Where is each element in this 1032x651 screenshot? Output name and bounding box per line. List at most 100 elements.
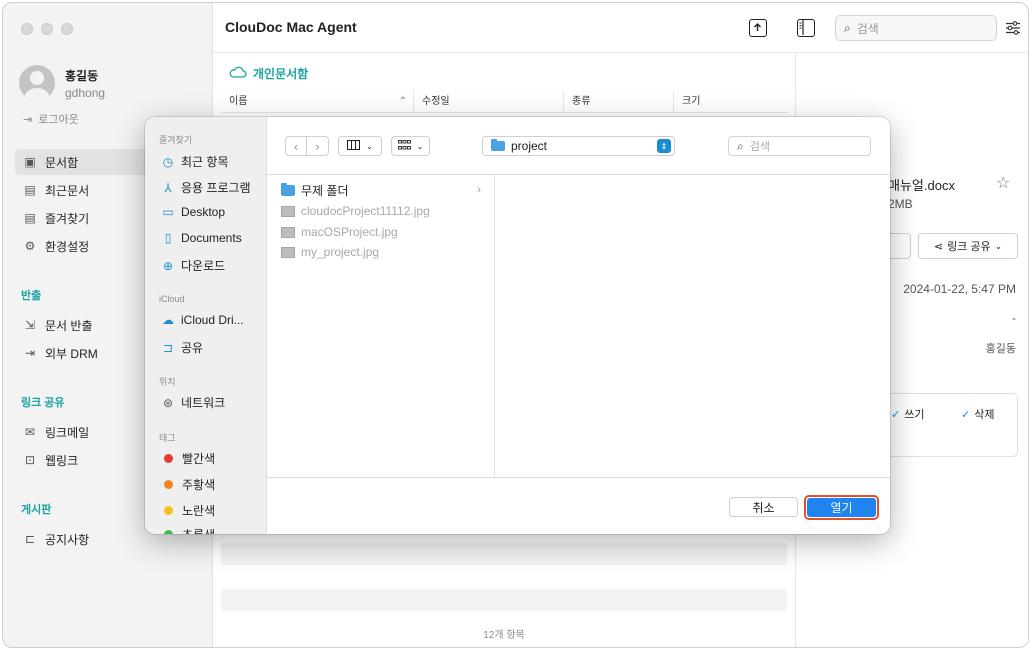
- loading-row: [221, 589, 787, 611]
- tag-green[interactable]: 초록색: [161, 526, 215, 534]
- item-label: 노란색: [182, 504, 216, 518]
- share-icon: ⋖: [933, 240, 944, 253]
- file-row-folder[interactable]: 무제 폴더 ›: [281, 180, 481, 200]
- details-empty-value: -: [1012, 311, 1016, 325]
- star-icon[interactable]: ☆: [996, 173, 1010, 193]
- dialog-sidebar-item-documents[interactable]: ▯ Documents: [161, 231, 242, 245]
- permission-label: 쓰기: [904, 409, 925, 421]
- forward-button[interactable]: ›: [307, 136, 329, 156]
- logout-link[interactable]: ⇥ 로그아웃: [23, 111, 79, 127]
- item-label: 최근 항목: [181, 155, 229, 169]
- details-modified-date: 2024-01-22, 5:47 PM: [903, 282, 1016, 296]
- grid-icon: [397, 139, 411, 153]
- dialog-sidebar-item-network[interactable]: ⊛ 네트워크: [161, 394, 225, 411]
- column-view-button[interactable]: ⌄: [338, 136, 382, 156]
- group-view-button[interactable]: ⌄: [391, 136, 430, 156]
- column-header-type[interactable]: 종류: [563, 91, 673, 112]
- favorites-section-title: 즐겨찾기: [159, 135, 193, 145]
- dialog-sidebar-item-icloud-drive[interactable]: ☁ iCloud Dri...: [161, 313, 244, 327]
- column-header-name[interactable]: 이름 ⌃: [221, 91, 413, 112]
- details-file-size: 2MB: [888, 197, 913, 211]
- up-down-chevron-icon: ⇕: [657, 139, 671, 153]
- back-button[interactable]: ‹: [285, 136, 307, 156]
- open-button[interactable]: 열기: [807, 498, 876, 517]
- minimize-window-button[interactable]: [41, 23, 53, 35]
- export-icon: ⇲: [24, 318, 36, 332]
- search-icon: ⌕: [737, 138, 744, 153]
- sidebar-item-label: 외부 DRM: [45, 346, 98, 361]
- column-header-size[interactable]: 크기: [673, 91, 787, 112]
- sidebar-item-label: 문서 반출: [45, 318, 93, 333]
- filter-settings-icon[interactable]: [1005, 20, 1021, 36]
- file-name: cloudocProject11112.jpg: [301, 204, 430, 218]
- file-browser-column: 무제 폴더 › cloudocProject11112.jpg macOSPro…: [267, 175, 495, 477]
- clock-icon: ◷: [162, 154, 174, 169]
- permission-label: 삭제: [974, 409, 995, 421]
- item-label: Documents: [181, 231, 242, 245]
- item-label: 주황색: [182, 478, 216, 492]
- path-selector[interactable]: project ⇕: [482, 136, 675, 156]
- columns-view-icon: [347, 139, 361, 153]
- user-id: gdhong: [65, 85, 106, 100]
- open-button-highlight: 열기: [804, 495, 879, 520]
- link-share-button[interactable]: ⋖ 링크 공유 ⌄: [918, 233, 1018, 259]
- column-header-label: 이름: [229, 96, 248, 107]
- section-export-title: 반출: [21, 290, 42, 302]
- favorite-doc-icon: ▤: [24, 211, 36, 225]
- zoom-window-button[interactable]: [61, 23, 73, 35]
- toolbar: ClouDoc Mac Agent ⌕ 검색: [213, 3, 1028, 53]
- chevron-down-icon: ⌄: [416, 141, 424, 151]
- search-placeholder: 검색: [749, 141, 770, 153]
- dialog-sidebar-item-downloads[interactable]: ⊕ 다운로드: [161, 257, 225, 274]
- web-link-icon: ⊡: [24, 453, 36, 467]
- search-placeholder: 검색: [856, 21, 879, 36]
- file-name: 무제 폴더: [301, 183, 349, 198]
- dialog-search-input[interactable]: ⌕ 검색: [728, 136, 871, 156]
- sidebar-item-label: 웹링크: [45, 453, 79, 468]
- column-header-modified[interactable]: 수정일: [413, 91, 563, 112]
- app-window: 홍길동 gdhong ⇥ 로그아웃 ▣ 문서함 ▤ 최근문서 ▤ 즐겨찾기 ⚙ …: [2, 2, 1029, 648]
- chevron-down-icon: ⌄: [994, 240, 1003, 251]
- dialog-sidebar-item-shared[interactable]: ⊐ 공유: [161, 339, 203, 356]
- file-name: my_project.jpg: [301, 245, 380, 259]
- permissions-box: ✓ 쓰기 ✓ 삭제: [886, 393, 1018, 457]
- desktop-icon: ▭: [162, 205, 174, 219]
- tag-dot-icon: [164, 506, 173, 515]
- tag-red[interactable]: 빨간색: [161, 450, 215, 467]
- document-icon: ▯: [164, 231, 172, 245]
- drm-icon: ⇥: [24, 346, 36, 360]
- image-file-icon: [281, 205, 295, 217]
- app-title: ClouDoc Mac Agent: [225, 19, 357, 35]
- cancel-button[interactable]: 취소: [729, 497, 798, 517]
- close-window-button[interactable]: [21, 23, 33, 35]
- tag-dot-icon: [164, 530, 173, 534]
- path-label: project: [511, 139, 548, 153]
- sidebar-toggle-icon[interactable]: [797, 19, 815, 37]
- applications-icon: ⅄: [164, 180, 172, 195]
- dialog-sidebar-item-recents[interactable]: ◷ 최근 항목: [161, 153, 229, 170]
- image-file-icon: [281, 246, 295, 258]
- file-name: macOSProject.jpg: [301, 225, 398, 239]
- tag-dot-icon: [164, 480, 173, 489]
- tag-yellow[interactable]: 노란색: [161, 502, 215, 519]
- section-link-share-title: 링크 공유: [21, 397, 65, 409]
- dialog-sidebar-item-applications[interactable]: ⅄ 응용 프로그램: [161, 179, 250, 196]
- item-label: iCloud Dri...: [181, 313, 244, 327]
- section-board-title: 게시판: [21, 504, 52, 516]
- tag-orange[interactable]: 주황색: [161, 476, 215, 493]
- link-share-label: 링크 공유: [947, 241, 991, 253]
- gear-icon: ⚙: [24, 239, 36, 253]
- user-profile: 홍길동 gdhong: [19, 65, 105, 101]
- item-label: 초록색: [182, 526, 215, 534]
- item-label: 공유: [181, 341, 204, 355]
- cloud-icon: ☁: [162, 313, 174, 327]
- upload-icon[interactable]: [749, 19, 767, 37]
- search-input[interactable]: ⌕ 검색: [835, 15, 997, 41]
- tags-section-title: 태그: [159, 433, 176, 443]
- icloud-section-title: iCloud: [159, 294, 185, 304]
- item-label: 빨간색: [182, 452, 216, 466]
- user-name: 홍길동: [65, 68, 99, 83]
- breadcrumb[interactable]: 개인문서함: [229, 65, 308, 82]
- dialog-sidebar-item-desktop[interactable]: ▭ Desktop: [161, 205, 225, 219]
- document-box-icon: ▣: [24, 155, 36, 169]
